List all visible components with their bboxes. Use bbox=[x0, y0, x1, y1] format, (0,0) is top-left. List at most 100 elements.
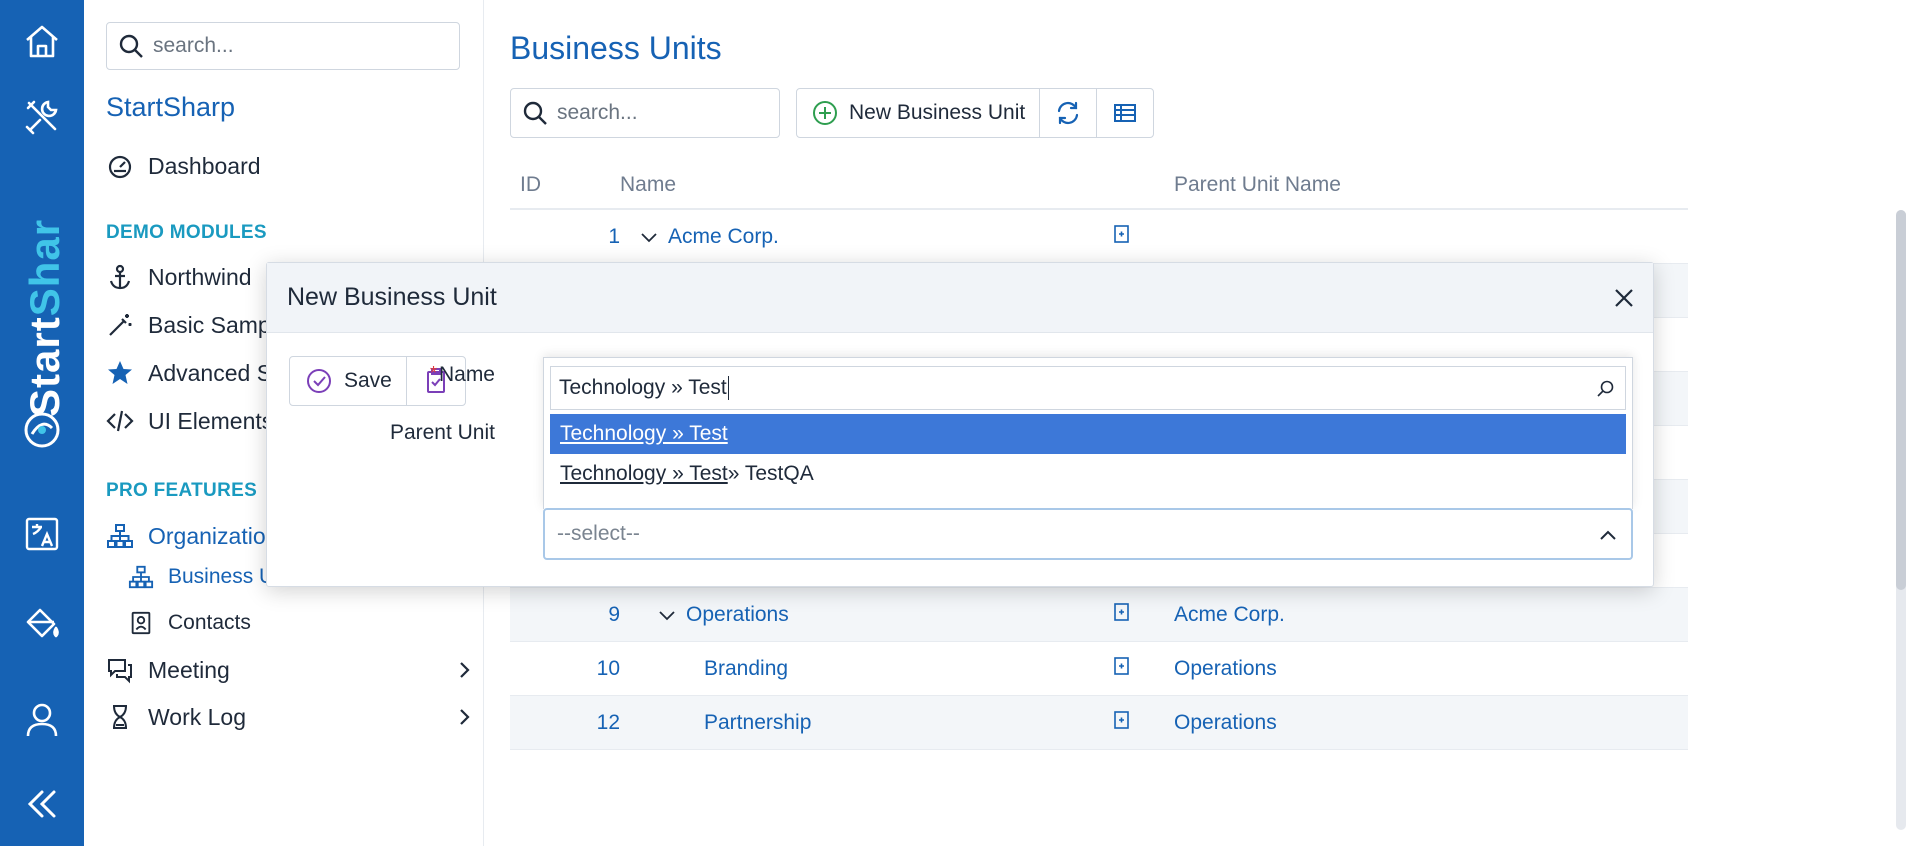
refresh-button[interactable] bbox=[1040, 89, 1098, 137]
sidebar-title[interactable]: StartSharp bbox=[106, 92, 235, 123]
grid-toolbar: New Business Unit bbox=[796, 88, 1155, 138]
dropdown-option[interactable]: Technology » Test bbox=[550, 414, 1626, 454]
parent-unit-field-label: Parent Unit bbox=[389, 421, 495, 444]
sidebar-item-contacts[interactable]: Contacts bbox=[128, 603, 251, 643]
paint-bucket-icon[interactable] bbox=[0, 592, 84, 656]
button-label: Save bbox=[344, 369, 392, 392]
cell-name: Operations bbox=[620, 603, 1140, 627]
name-field-label: *Name bbox=[429, 363, 495, 386]
org-chart-icon bbox=[128, 565, 154, 589]
option-match-text: Technology » Test bbox=[560, 462, 728, 485]
chevron-down-icon[interactable] bbox=[656, 604, 678, 626]
cell-parent-link[interactable]: Acme Corp. bbox=[1174, 603, 1688, 627]
cell-parent-link[interactable]: Operations bbox=[1174, 711, 1688, 735]
cell-id: 10 bbox=[596, 656, 620, 680]
cell-parent-link[interactable]: Operations bbox=[1174, 657, 1688, 681]
sidebar-search-input[interactable] bbox=[153, 34, 453, 58]
required-asterisk: * bbox=[429, 363, 437, 383]
cell-edit bbox=[1112, 602, 1136, 628]
sidebar-item-label: Dashboard bbox=[148, 152, 261, 179]
column-header-id[interactable]: ID bbox=[510, 173, 620, 197]
chevron-right-icon[interactable] bbox=[452, 658, 476, 682]
cell-name-link[interactable]: Partnership bbox=[704, 711, 811, 735]
edit-record-icon[interactable] bbox=[1112, 224, 1132, 244]
cell-edit bbox=[1112, 656, 1136, 682]
table-icon bbox=[1114, 104, 1137, 122]
cell-edit bbox=[1112, 710, 1136, 736]
grid-search-input[interactable] bbox=[557, 101, 757, 125]
sidebar-item-label: Work Log bbox=[148, 703, 247, 730]
check-circle-icon bbox=[307, 369, 331, 393]
sidebar-item-organization[interactable]: Organization bbox=[106, 516, 278, 556]
table-row[interactable]: 12 Partnership Operations bbox=[510, 696, 1688, 750]
dialog-title: New Business Unit bbox=[287, 283, 497, 311]
section-heading-pro-features: PRO FEATURES bbox=[106, 480, 258, 501]
sidebar-item-northwind[interactable]: Northwind bbox=[106, 257, 252, 297]
hourglass-icon bbox=[113, 705, 127, 729]
cell-name-link[interactable]: Acme Corp. bbox=[668, 225, 779, 249]
code-icon bbox=[106, 410, 134, 432]
scrollbar-thumb[interactable] bbox=[1896, 210, 1906, 590]
close-icon[interactable] bbox=[1609, 283, 1639, 313]
brand-swirl-icon bbox=[0, 398, 84, 462]
edit-record-icon[interactable] bbox=[1112, 656, 1132, 676]
sidebar-item-label: Northwind bbox=[148, 263, 252, 290]
edit-record-icon[interactable] bbox=[1112, 710, 1132, 730]
table-row[interactable]: 10 Branding Operations bbox=[510, 642, 1688, 696]
magic-wand-icon bbox=[109, 314, 132, 336]
search-icon bbox=[523, 101, 547, 125]
column-header-name[interactable]: Name bbox=[620, 173, 1140, 197]
cell-id: 9 bbox=[608, 602, 620, 626]
dialog-header: New Business Unit bbox=[267, 263, 1653, 333]
edit-record-icon[interactable] bbox=[1112, 602, 1132, 622]
chevron-down-icon[interactable] bbox=[638, 226, 660, 248]
translate-icon[interactable] bbox=[0, 502, 84, 566]
column-picker-button[interactable] bbox=[1097, 89, 1153, 137]
button-label: New Business Unit bbox=[849, 101, 1026, 124]
sidebar-item-label: Contacts bbox=[168, 611, 251, 634]
refresh-icon bbox=[1058, 101, 1079, 125]
app-rail: StartShar bbox=[0, 0, 84, 846]
double-chevron-left-icon[interactable] bbox=[0, 772, 84, 836]
home-icon[interactable] bbox=[0, 10, 84, 74]
select-placeholder: --select-- bbox=[557, 522, 640, 545]
cell-name-link[interactable]: Branding bbox=[704, 657, 788, 681]
sidebar-item-ui-elements[interactable]: UI Elements bbox=[106, 401, 273, 441]
tools-icon[interactable] bbox=[0, 84, 84, 148]
sidebar-item-meeting[interactable]: Meeting bbox=[106, 650, 230, 690]
search-icon bbox=[1597, 380, 1614, 397]
user-icon[interactable] bbox=[0, 688, 84, 752]
parent-unit-select[interactable]: --select-- bbox=[543, 508, 1633, 560]
chat-bubbles-icon bbox=[108, 659, 132, 684]
column-header-label: Name bbox=[620, 173, 677, 196]
contact-card-icon bbox=[131, 611, 151, 635]
cell-id: 12 bbox=[596, 710, 620, 734]
new-business-unit-dialog: New Business Unit Save *Name Parent Unit… bbox=[266, 262, 1654, 587]
org-chart-icon bbox=[107, 524, 133, 548]
chevron-right-icon[interactable] bbox=[452, 705, 476, 729]
new-business-unit-button[interactable]: New Business Unit bbox=[797, 89, 1041, 137]
cell-name: Partnership bbox=[620, 711, 1140, 735]
column-header-parent[interactable]: Parent Unit Name bbox=[1174, 173, 1688, 197]
search-icon bbox=[119, 34, 143, 58]
dropdown-option[interactable]: Technology » Test » TestQA bbox=[550, 454, 1626, 494]
table-row[interactable]: 9 Operations Acme Corp. bbox=[510, 588, 1688, 642]
grid-scrollbar[interactable] bbox=[1896, 210, 1906, 830]
brand-logo-vertical: StartShar bbox=[21, 218, 68, 417]
cell-name: Branding bbox=[620, 657, 1140, 681]
sidebar-item-work-log[interactable]: Work Log bbox=[106, 697, 246, 737]
option-rest-text: » TestQA bbox=[727, 462, 814, 485]
dropdown-search-input[interactable]: Technology » Test bbox=[550, 366, 1626, 410]
option-match-text: Technology » Test bbox=[560, 422, 728, 445]
section-heading-demo-modules: DEMO MODULES bbox=[106, 222, 267, 243]
cell-name-link[interactable]: Operations bbox=[686, 603, 789, 627]
sidebar-item-dashboard[interactable]: Dashboard bbox=[106, 146, 261, 186]
table-row[interactable]: 1 Acme Corp. bbox=[510, 210, 1688, 264]
sidebar-item-label: Meeting bbox=[148, 656, 230, 683]
sidebar-search-box bbox=[106, 22, 460, 70]
parent-unit-dropdown: Technology » Test Technology » Test Tech… bbox=[543, 357, 1633, 509]
sidebar-item-label: UI Elements bbox=[148, 407, 274, 434]
cell-edit bbox=[1112, 224, 1136, 250]
dropdown-search-value: Technology » Test bbox=[559, 376, 727, 399]
chevron-up-icon[interactable] bbox=[1597, 524, 1619, 546]
